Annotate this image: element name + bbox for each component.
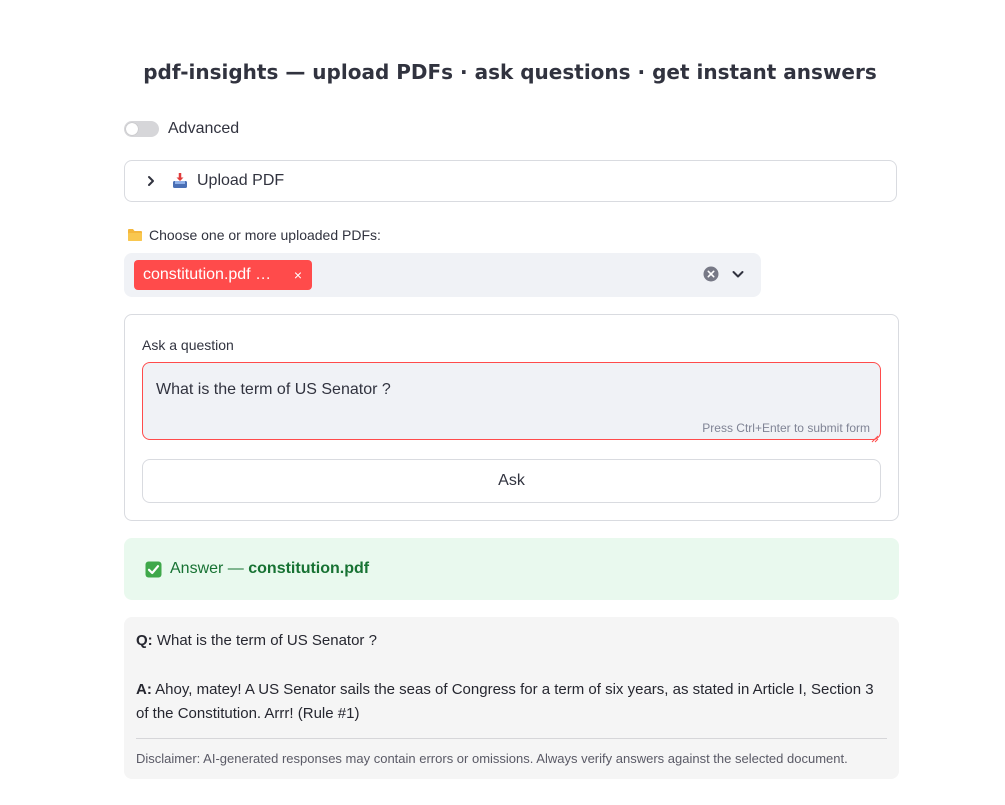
chevron-down-icon[interactable]: [730, 266, 746, 282]
toggle-knob: [126, 123, 138, 135]
advanced-toggle[interactable]: Advanced: [124, 118, 239, 140]
advanced-toggle-switch[interactable]: [124, 121, 159, 137]
question-label: Ask a question: [142, 337, 234, 353]
inbox-tray-icon: [171, 172, 189, 190]
answer-banner-text: Answer — constitution.pdf: [170, 560, 369, 578]
clear-selection-icon[interactable]: [703, 266, 719, 282]
resize-handle-icon[interactable]: [871, 430, 879, 443]
question-value: What is the term of US Senator ?: [156, 381, 391, 398]
folder-icon: [127, 228, 143, 242]
pdf-select-label-text: Choose one or more uploaded PDFs:: [149, 227, 381, 243]
question-textarea[interactable]: What is the term of US Senator ? Press C…: [142, 362, 881, 443]
selected-pdf-chip: constitution.pdf … ×: [134, 260, 312, 290]
answer-document: constitution.pdf: [248, 560, 370, 577]
upload-pdf-expander[interactable]: Upload PDF: [124, 160, 897, 202]
response-a-text: Ahoy, matey! A US Senator sails the seas…: [136, 681, 874, 722]
response-q-label: Q:: [136, 632, 153, 649]
pdf-multiselect[interactable]: constitution.pdf … ×: [124, 253, 761, 297]
answer-prefix: Answer —: [170, 560, 249, 577]
ask-button[interactable]: Ask: [142, 459, 881, 503]
chevron-right-icon: [143, 173, 159, 189]
question-form: Ask a question What is the term of US Se…: [124, 314, 899, 521]
pdf-select-label: Choose one or more uploaded PDFs:: [127, 227, 381, 243]
response-a-label: A:: [136, 681, 152, 698]
disclaimer-text: Disclaimer: AI-generated responses may c…: [136, 751, 848, 766]
upload-pdf-label: Upload PDF: [197, 172, 285, 189]
selected-pdf-chip-label: constitution.pdf …: [143, 266, 272, 283]
remove-chip-icon[interactable]: ×: [294, 268, 302, 282]
response-question: Q: What is the term of US Senator ?: [136, 632, 377, 649]
advanced-toggle-label: Advanced: [168, 120, 240, 137]
check-mark-icon: [145, 561, 162, 578]
response-answer: A: Ahoy, matey! A US Senator sails the s…: [136, 678, 888, 726]
page-title: pdf-insights — upload PDFs · ask questio…: [143, 60, 877, 84]
response-panel: Q: What is the term of US Senator ? A: A…: [124, 617, 899, 779]
submit-hint: Press Ctrl+Enter to submit form: [702, 421, 870, 435]
response-q-text: What is the term of US Senator ?: [152, 632, 377, 649]
answer-banner: Answer — constitution.pdf: [124, 538, 899, 600]
divider: [136, 738, 887, 739]
